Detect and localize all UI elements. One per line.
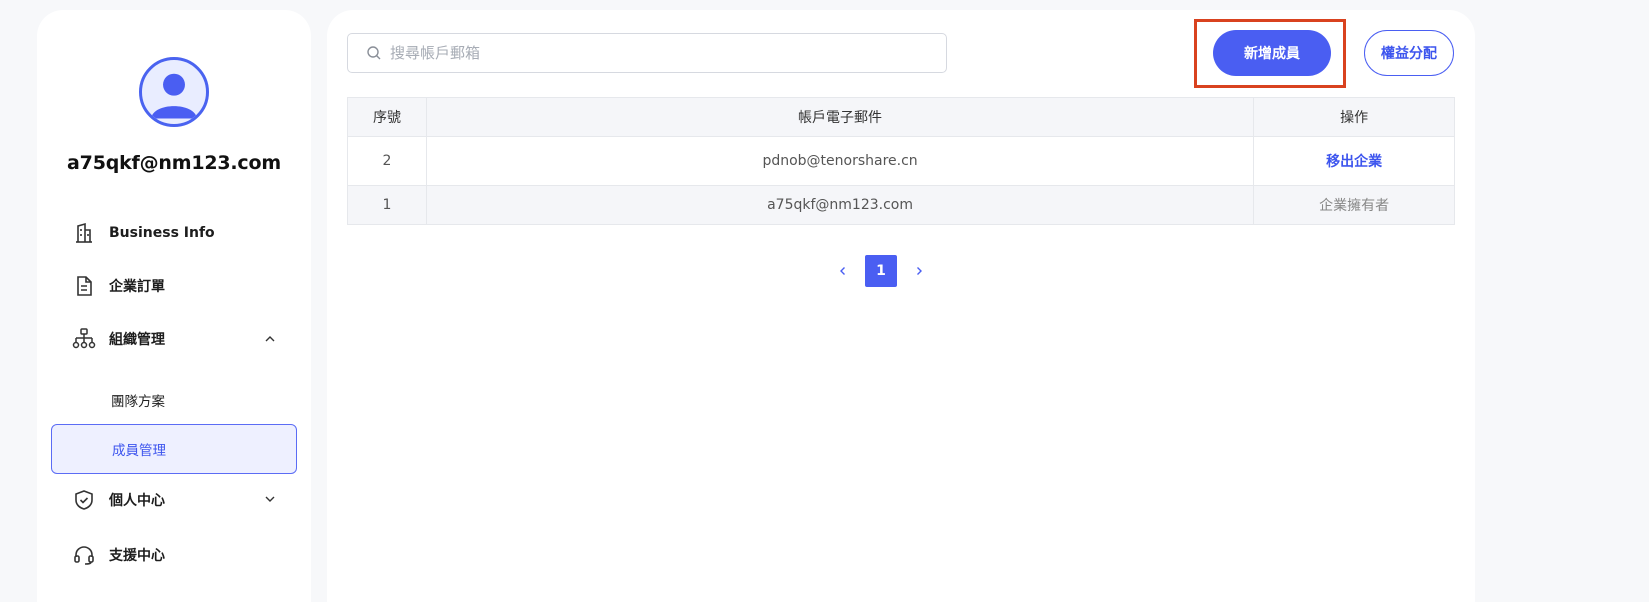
benefit-allocation-button[interactable]: 權益分配 — [1364, 30, 1454, 76]
pagination: 1 — [835, 255, 927, 287]
members-table: 序號 帳戶電子郵件 操作 2 pdnob@tenorshare.cn 移出企業 … — [347, 97, 1455, 225]
chevron-right-icon[interactable] — [911, 263, 927, 279]
sidebar-item-business-info[interactable]: Business Info — [71, 218, 215, 248]
main-panel: 新增成員 權益分配 序號 帳戶電子郵件 操作 2 pdnob@tenorshar… — [327, 10, 1475, 602]
chevron-up-icon[interactable] — [263, 332, 277, 346]
search-box[interactable] — [347, 33, 947, 73]
column-header-email: 帳戶電子郵件 — [425, 97, 1255, 137]
avatar[interactable] — [139, 57, 209, 127]
org-chart-icon — [71, 326, 97, 352]
chevron-down-icon[interactable] — [263, 492, 277, 506]
search-icon — [366, 45, 382, 61]
search-input[interactable] — [390, 44, 910, 62]
sidebar-item-label: 組織管理 — [109, 332, 165, 348]
sidebar-subitem-team-plan[interactable]: 團隊方案 — [111, 390, 165, 410]
sidebar-subitem-member-management[interactable]: 成員管理 — [51, 424, 297, 474]
row-no: 1 — [347, 185, 427, 225]
sidebar-item-support-center[interactable]: 支援中心 — [71, 540, 165, 570]
row-action-cell: 移出企業 — [1253, 136, 1455, 186]
sidebar-item-label: 企業訂單 — [109, 279, 165, 295]
column-header-no: 序號 — [347, 97, 427, 137]
sidebar-item-label: Business Info — [109, 225, 215, 241]
sidebar-item-personal-center[interactable]: 個人中心 — [71, 485, 165, 515]
row-email: a75qkf@nm123.com — [425, 185, 1255, 225]
column-header-action: 操作 — [1253, 97, 1455, 137]
row-no: 2 — [347, 136, 427, 186]
sidebar-item-org-management[interactable]: 組織管理 — [71, 324, 165, 354]
sidebar-item-orders[interactable]: 企業訂單 — [71, 271, 165, 301]
shield-check-icon — [71, 487, 97, 513]
row-action-cell: 企業擁有者 — [1253, 185, 1455, 225]
chevron-left-icon[interactable] — [835, 263, 851, 279]
table-row: 1 a75qkf@nm123.com 企業擁有者 — [347, 185, 1455, 225]
username: a75qkf@nm123.com — [67, 152, 281, 174]
remove-from-enterprise-link[interactable]: 移出企業 — [1326, 154, 1382, 170]
sidebar-item-label: 個人中心 — [109, 493, 165, 509]
document-icon — [71, 273, 97, 299]
table-row: 2 pdnob@tenorshare.cn 移出企業 — [347, 136, 1455, 186]
sidebar: a75qkf@nm123.com Business Info 企業訂單 組織管理… — [37, 10, 311, 602]
row-email: pdnob@tenorshare.cn — [425, 136, 1255, 186]
building-icon — [71, 220, 97, 246]
add-member-button[interactable]: 新增成員 — [1213, 30, 1331, 76]
table-header-row: 序號 帳戶電子郵件 操作 — [347, 97, 1455, 137]
user-avatar-icon — [151, 73, 197, 119]
owner-label: 企業擁有者 — [1319, 198, 1390, 214]
headset-icon — [71, 542, 97, 568]
page-button-current[interactable]: 1 — [865, 255, 897, 287]
sidebar-item-label: 支援中心 — [109, 548, 165, 564]
